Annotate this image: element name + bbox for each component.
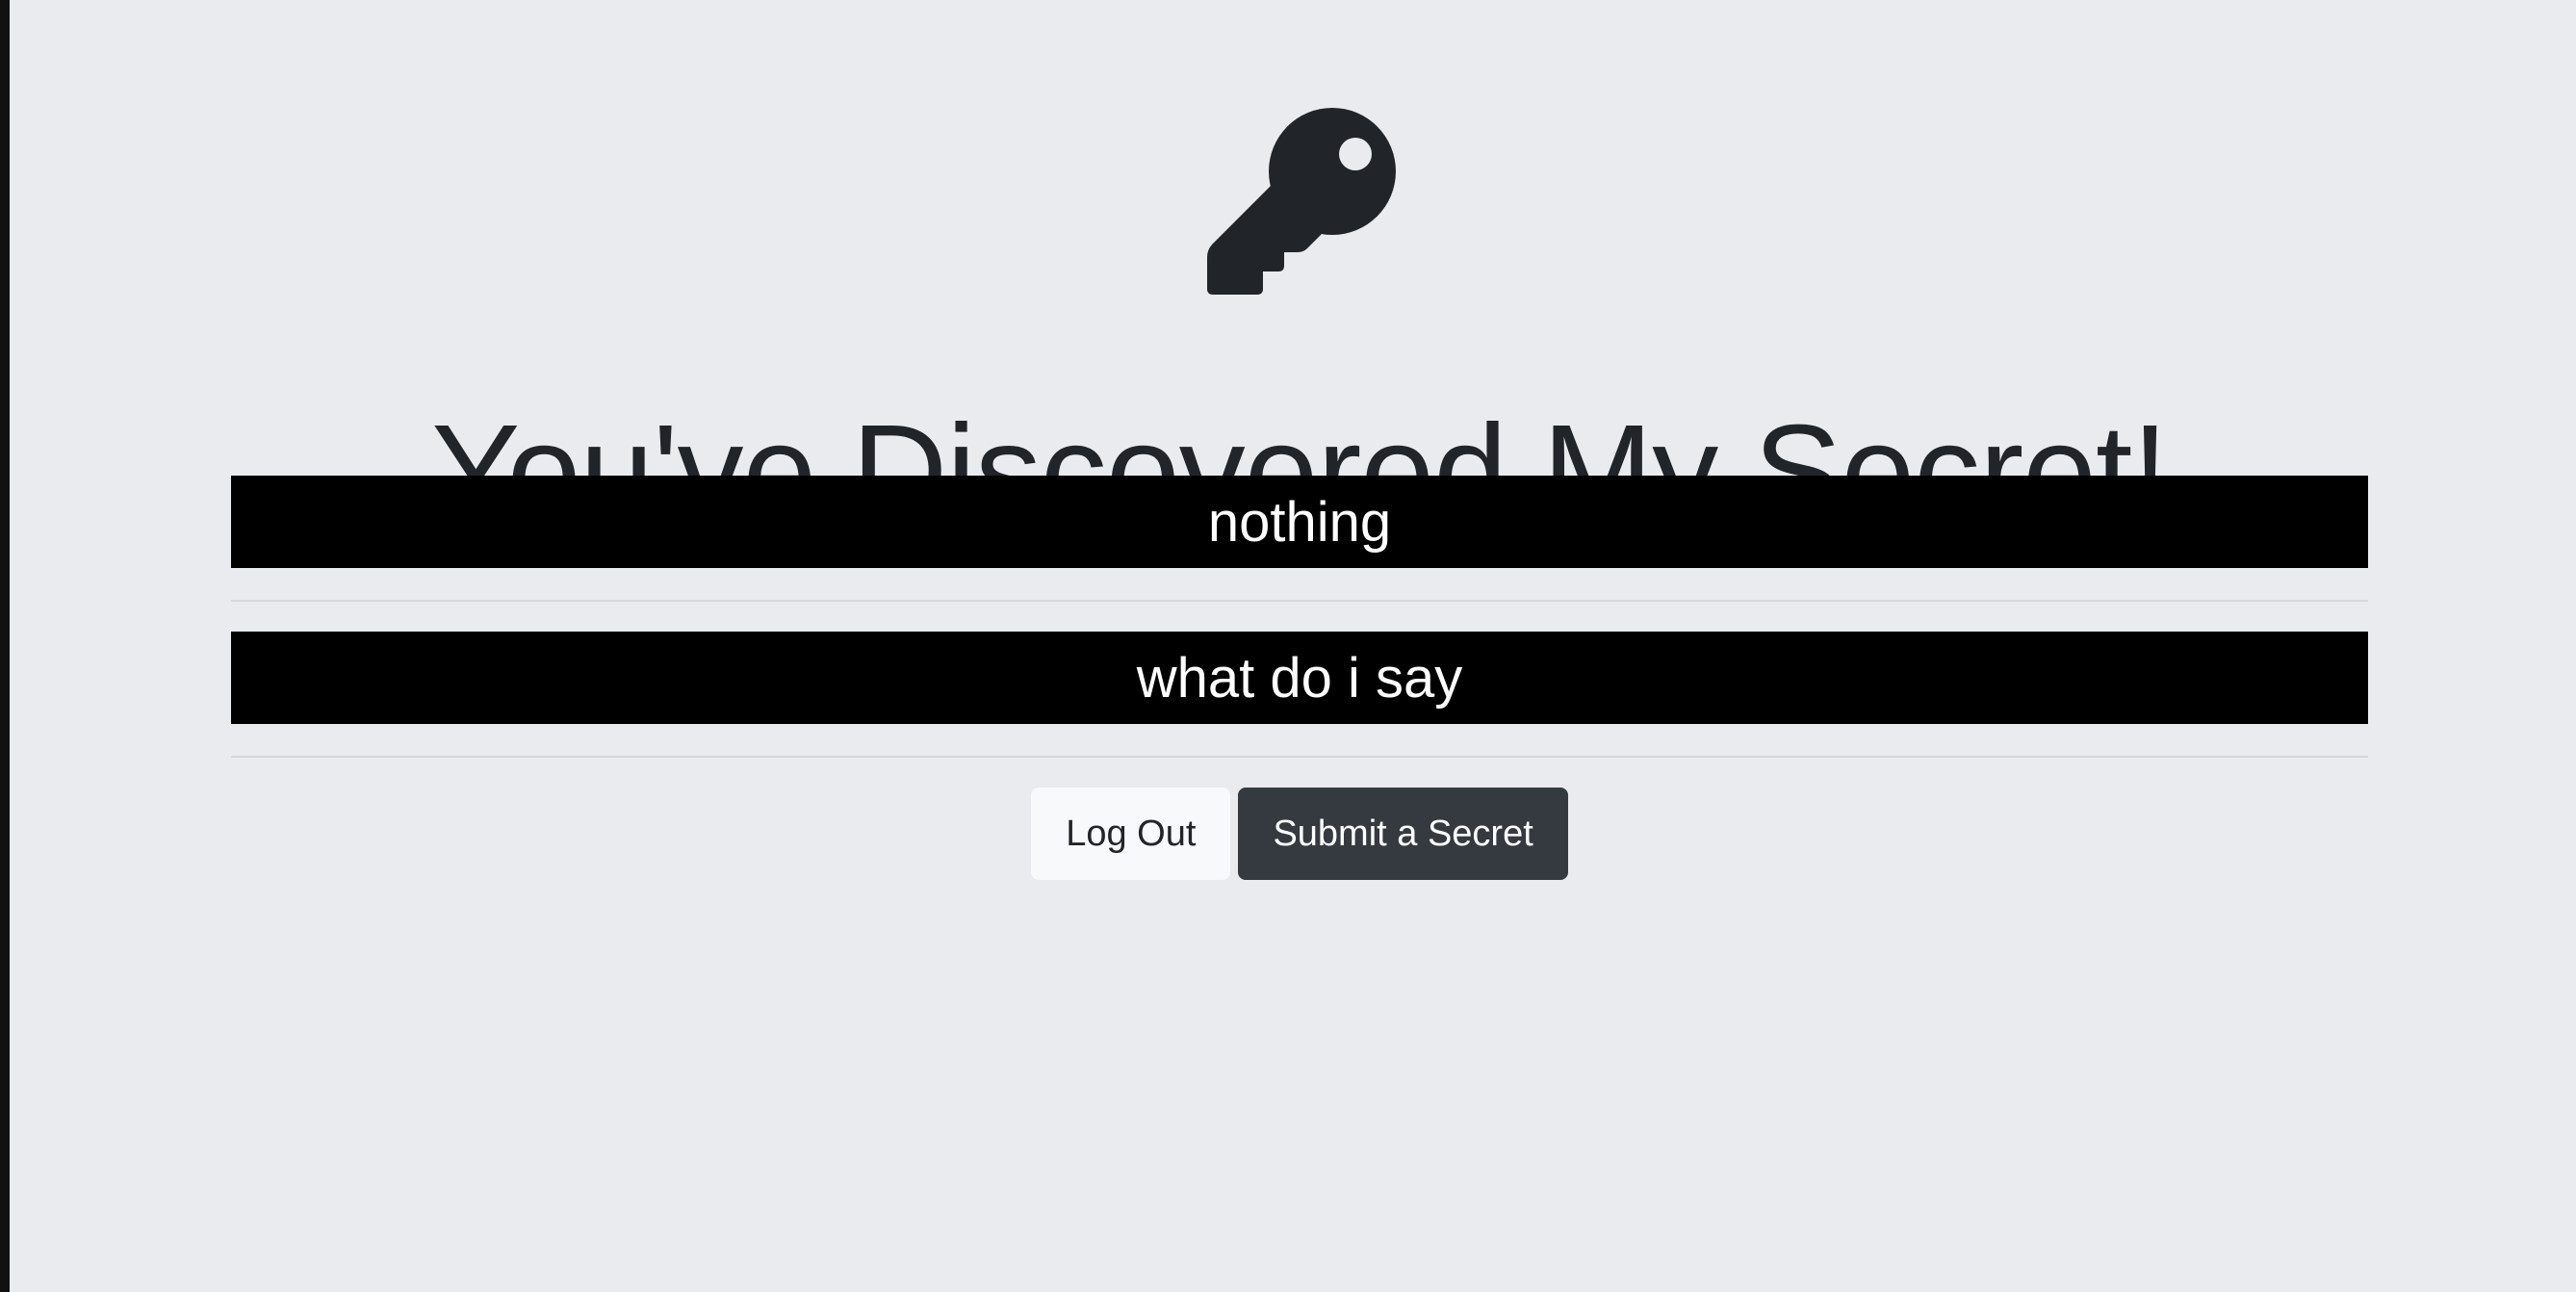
window-edge bbox=[0, 0, 10, 1292]
key-icon bbox=[1203, 106, 1396, 298]
divider bbox=[231, 600, 2368, 602]
divider bbox=[231, 756, 2368, 758]
logout-button[interactable]: Log Out bbox=[1031, 788, 1231, 880]
submit-secret-button[interactable]: Submit a Secret bbox=[1238, 788, 1568, 880]
secret-text: nothing bbox=[1207, 490, 1392, 554]
secret-card: nothing bbox=[231, 476, 2368, 568]
action-bar: Log Out Submit a Secret bbox=[231, 788, 2368, 880]
secret-card: what do i say bbox=[231, 632, 2368, 724]
secret-text: what do i say bbox=[1136, 646, 1463, 710]
